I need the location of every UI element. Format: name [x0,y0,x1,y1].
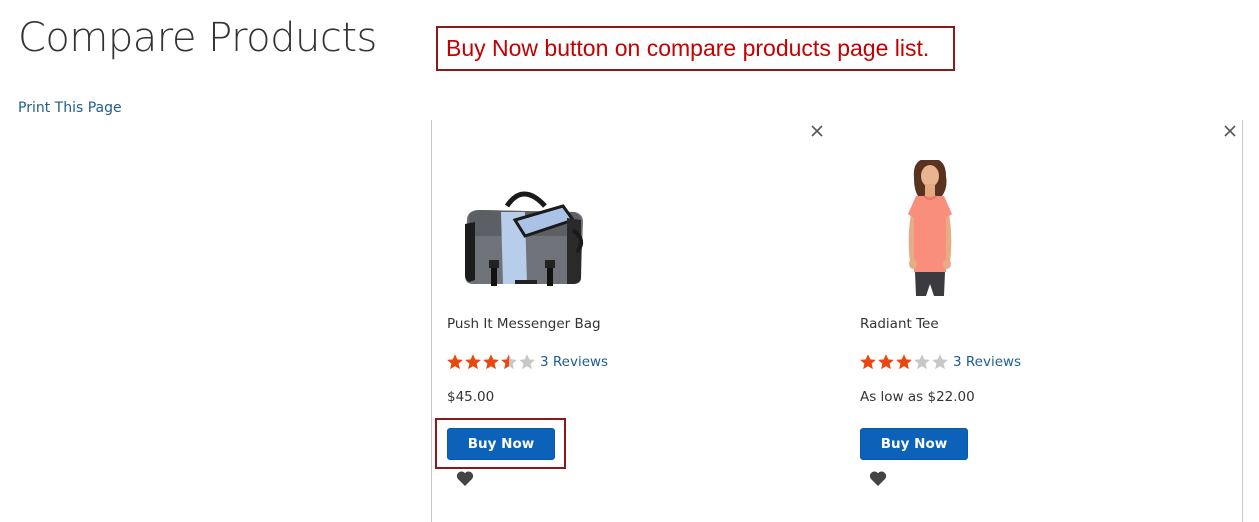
buy-now-button[interactable]: Buy Now [860,428,968,460]
star-icon [465,354,481,370]
rating-stars [859,353,949,371]
annotation-callout: Buy Now button on compare products page … [436,26,955,71]
rating-stars [446,353,536,371]
reviews-link[interactable]: 3 Reviews [953,354,1021,370]
reviews-link[interactable]: 3 Reviews [540,354,608,370]
product-image-messenger-bag[interactable] [447,160,587,300]
star-icon [914,354,930,370]
star-icon [483,354,499,370]
annotation-text: Buy Now button on compare products page … [446,35,930,61]
star-icon [878,354,894,370]
star-icon [896,354,912,370]
remove-product-button[interactable] [808,122,826,140]
star-icon [860,354,876,370]
product-price: $45.00 [447,389,495,405]
close-icon [1224,125,1236,137]
product-rating: 3 Reviews [859,353,1021,371]
product-rating: 3 Reviews [446,353,608,371]
add-to-wishlist-button[interactable] [869,470,887,487]
product-price: As low as $22.00 [860,389,975,405]
compare-product-column: Push It Messenger Bag 3 Reviews $45.00 B… [432,120,832,522]
print-page-link[interactable]: Print This Page [18,100,122,116]
close-icon [811,125,823,137]
buy-now-button[interactable]: Buy Now [447,428,555,460]
star-icon [447,354,463,370]
page-title: Compare Products [18,15,377,61]
heart-icon [456,471,474,486]
compare-product-column: Radiant Tee 3 Reviews As low as $22.00 B… [845,120,1245,522]
compare-products-page: Compare Products Buy Now button on compa… [0,0,1259,522]
product-name[interactable]: Push It Messenger Bag [447,316,601,332]
heart-icon [869,471,887,486]
star-icon [501,354,517,370]
remove-product-button[interactable] [1221,122,1239,140]
add-to-wishlist-button[interactable] [456,470,474,487]
product-image-radiant-tee[interactable] [860,158,1000,300]
product-name[interactable]: Radiant Tee [860,316,939,332]
star-icon [932,354,948,370]
star-icon [519,354,535,370]
